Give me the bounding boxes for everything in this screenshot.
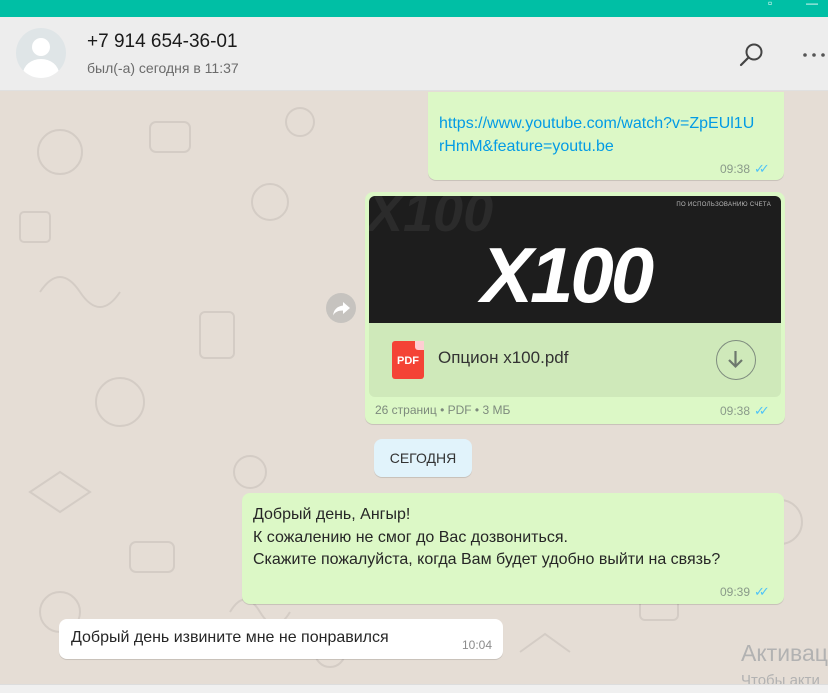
message-time: 09:38 — [720, 404, 751, 418]
message-text: Добрый день, Ангыр! К сожалению не смог … — [253, 504, 720, 572]
forward-icon — [333, 302, 350, 316]
document-info: 26 страниц • PDF • 3 МБ — [375, 403, 511, 417]
contact-status: был(-а) сегодня в 11:37 — [87, 60, 239, 76]
activation-watermark-title: Активац — [741, 640, 828, 666]
document-file-row[interactable]: PDF Опцион x100.pdf — [369, 323, 781, 397]
message-text: Добрый день извините мне не понравился — [71, 629, 389, 646]
message-line: К сожалению не смог до Вас дозвониться. — [253, 528, 568, 546]
close-icon[interactable]: — — [806, 0, 818, 9]
read-ticks-icon: ✓✓ — [754, 403, 770, 418]
restore-icon[interactable]: ▫ — [768, 0, 772, 9]
message-line: Добрый день, Ангыр! — [253, 506, 411, 523]
download-icon — [728, 351, 743, 369]
avatar-head — [32, 38, 50, 56]
link-message-bubble[interactable]: https://www.youtube.com/watch?v=ZpEUl1Ur… — [428, 92, 784, 180]
document-file-name[interactable]: Опцион x100.pdf — [438, 348, 568, 368]
preview-small-text: ПО ИСПОЛЬЗОВАНИЮ СЧЕТА — [676, 202, 771, 208]
chat-header: +7 914 654-36-01 был(-а) сегодня в 11:37 — [0, 17, 828, 91]
read-ticks-icon: ✓✓ — [754, 161, 770, 176]
compose-bar-edge — [0, 684, 828, 693]
incoming-message-bubble[interactable]: Добрый день извините мне не понравился 1… — [59, 619, 503, 659]
read-ticks-icon: ✓✓ — [754, 584, 770, 599]
message-time: 09:38 — [720, 162, 751, 176]
contact-name[interactable]: +7 914 654-36-01 — [87, 31, 238, 53]
outgoing-message-bubble[interactable]: Добрый день, Ангыр! К сожалению не смог … — [242, 493, 784, 604]
document-preview[interactable]: X100 ПО ИСПОЛЬЗОВАНИЮ СЧЕТА X100 — [369, 196, 781, 323]
avatar-body — [23, 59, 59, 78]
link-message-meta: 09:38 ✓✓ — [720, 161, 770, 177]
preview-title: X100 — [481, 231, 654, 319]
more-icon[interactable] — [800, 41, 828, 69]
pdf-file-icon: PDF — [392, 341, 424, 379]
title-bar: ▫ — — [0, 0, 828, 17]
forward-button[interactable] — [326, 293, 356, 323]
download-button[interactable] — [716, 340, 756, 380]
search-icon[interactable] — [738, 41, 766, 69]
message-time: 10:04 — [462, 638, 493, 652]
preview-background-text: X100 — [369, 196, 494, 243]
document-message-bubble[interactable]: X100 ПО ИСПОЛЬЗОВАНИЮ СЧЕТА X100 PDF Опц… — [365, 192, 785, 424]
message-line: Скажите пожалуйста, когда Вам будет удоб… — [253, 551, 721, 568]
chat-area[interactable]: https://www.youtube.com/watch?v=ZpEUl1Ur… — [0, 92, 828, 693]
avatar[interactable] — [16, 28, 66, 78]
document-message-meta: 09:38 ✓✓ — [720, 403, 770, 419]
date-separator: СЕГОДНЯ — [374, 439, 472, 477]
outgoing-message-meta: 09:39 ✓✓ — [720, 584, 770, 600]
message-time: 09:39 — [720, 585, 751, 599]
message-link[interactable]: https://www.youtube.com/watch?v=ZpEUl1Ur… — [439, 112, 759, 158]
